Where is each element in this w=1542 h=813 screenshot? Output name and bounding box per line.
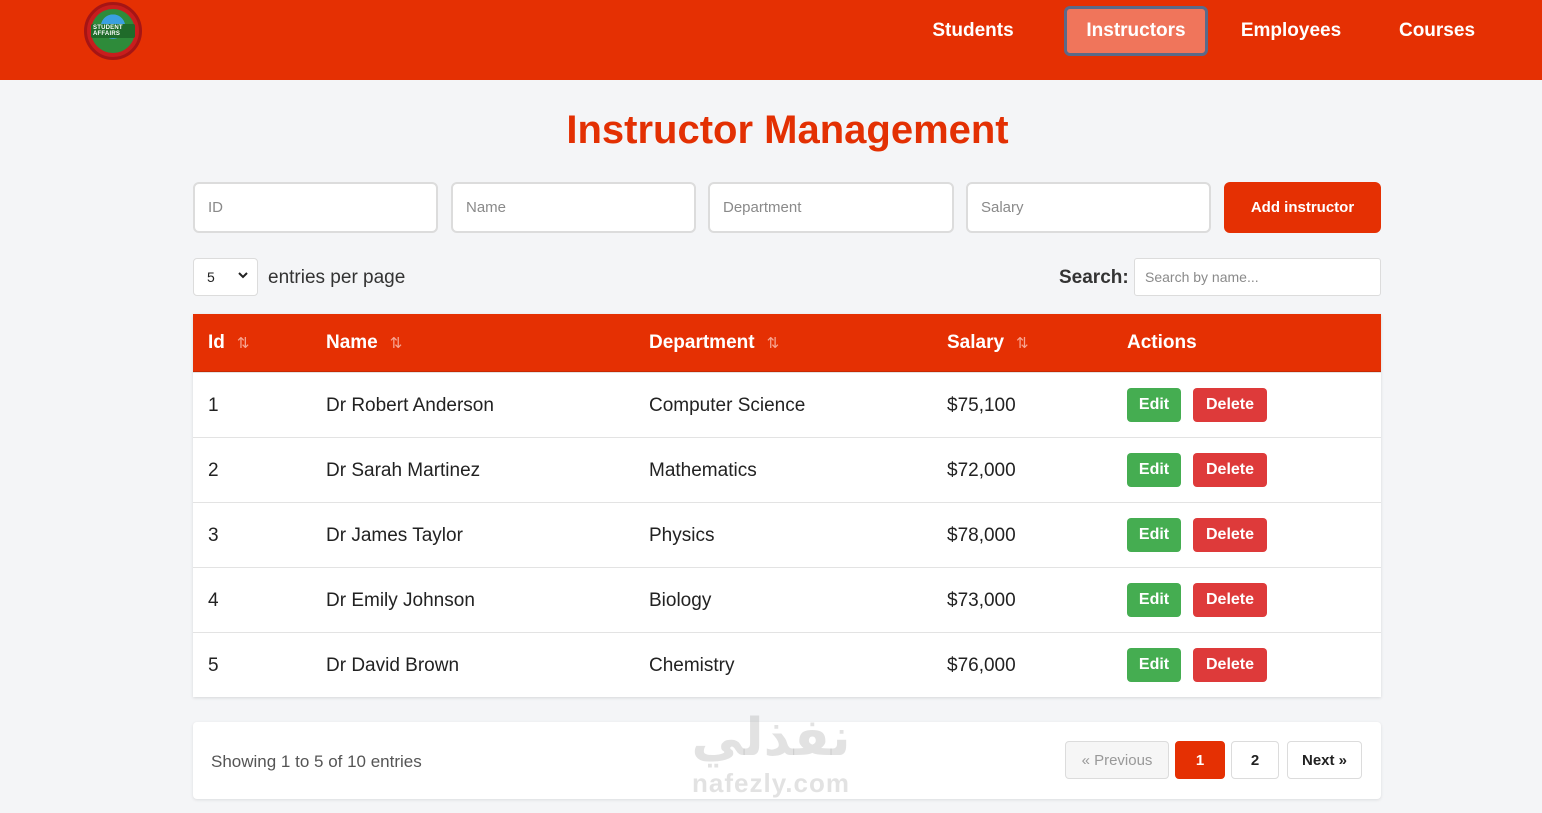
sort-icon: ⇅ (389, 335, 403, 352)
table-row: 1 Dr Robert Anderson Computer Science $7… (193, 372, 1381, 437)
delete-button[interactable]: Delete (1193, 453, 1267, 487)
column-header-label: Name (326, 332, 378, 353)
sort-icon: ⇅ (766, 335, 780, 352)
column-header-id[interactable]: Id ⇅ (208, 314, 249, 372)
cell-department: Biology (649, 589, 712, 611)
cell-salary: $72,000 (947, 459, 1016, 481)
cell-id: 5 (208, 654, 219, 676)
table-row: 5 Dr David Brown Chemistry $76,000 Edit … (193, 632, 1381, 697)
column-header-department[interactable]: Department ⇅ (649, 314, 779, 372)
next-page-button[interactable]: Next » (1287, 741, 1362, 779)
entries-per-page-select[interactable]: 5 (193, 258, 258, 296)
logo-emblem: STUDENT AFFAIRS (91, 9, 135, 53)
column-header-label: Id (208, 332, 225, 353)
cell-salary: $75,100 (947, 394, 1016, 416)
delete-button[interactable]: Delete (1193, 388, 1267, 422)
cell-department: Chemistry (649, 654, 735, 676)
top-navbar: STUDENT AFFAIRS Students Instructors Emp… (0, 0, 1542, 80)
cell-id: 4 (208, 589, 219, 611)
edit-button[interactable]: Edit (1127, 388, 1181, 422)
salary-input[interactable] (966, 182, 1211, 233)
table-row: 4 Dr Emily Johnson Biology $73,000 Edit … (193, 567, 1381, 632)
id-input[interactable] (193, 182, 438, 233)
nav-link-instructors[interactable]: Instructors (1064, 6, 1208, 56)
add-instructor-button[interactable]: Add instructor (1224, 182, 1381, 233)
nav-link-students[interactable]: Students (914, 6, 1032, 56)
edit-button[interactable]: Edit (1127, 583, 1181, 617)
edit-button[interactable]: Edit (1127, 453, 1181, 487)
column-header-label: Department (649, 332, 755, 353)
column-header-actions: Actions (1127, 314, 1197, 372)
cell-name: Dr David Brown (326, 654, 460, 676)
cell-id: 1 (208, 394, 219, 416)
name-input[interactable] (451, 182, 696, 233)
cell-name: Dr Sarah Martinez (326, 459, 481, 481)
sort-icon: ⇅ (1016, 335, 1029, 352)
table-footer: Showing 1 to 5 of 10 entries « Previous … (193, 722, 1381, 799)
column-header-label: Actions (1127, 332, 1197, 353)
cell-department: Mathematics (649, 459, 757, 481)
sort-icon: ⇅ (236, 335, 250, 352)
cell-salary: $76,000 (947, 654, 1016, 676)
nav-link-employees[interactable]: Employees (1224, 6, 1358, 56)
delete-button[interactable]: Delete (1193, 583, 1267, 617)
cell-name: Dr Emily Johnson (326, 589, 475, 611)
cell-id: 2 (208, 459, 219, 481)
column-header-label: Salary (947, 332, 1005, 353)
delete-button[interactable]: Delete (1193, 518, 1267, 552)
previous-page-button[interactable]: « Previous (1065, 741, 1169, 779)
column-header-name[interactable]: Name ⇅ (326, 314, 402, 372)
cell-salary: $73,000 (947, 589, 1016, 611)
page-title: Instructor Management (566, 108, 1009, 152)
entries-label: entries per page (268, 267, 406, 288)
edit-button[interactable]: Edit (1127, 648, 1181, 682)
column-header-salary[interactable]: Salary ⇅ (947, 314, 1029, 372)
entries-value: 5 (207, 269, 215, 285)
page-1-button[interactable]: 1 (1175, 741, 1225, 779)
table-row: 2 Dr Sarah Martinez Mathematics $72,000 … (193, 437, 1381, 502)
search-input[interactable] (1134, 258, 1381, 296)
logo[interactable]: STUDENT AFFAIRS (84, 2, 142, 60)
department-input[interactable] (708, 182, 954, 233)
logo-text: STUDENT AFFAIRS (91, 24, 135, 38)
delete-button[interactable]: Delete (1193, 648, 1267, 682)
edit-button[interactable]: Edit (1127, 518, 1181, 552)
cell-name: Dr Robert Anderson (326, 394, 494, 416)
chevron-down-icon (237, 269, 249, 284)
table-row: 3 Dr James Taylor Physics $78,000 Edit D… (193, 502, 1381, 567)
table-header: Id ⇅ Name ⇅ Department ⇅ Salary ⇅ Action… (193, 314, 1381, 372)
search-label: Search: (1059, 267, 1129, 288)
cell-salary: $78,000 (947, 524, 1016, 546)
cell-name: Dr James Taylor (326, 524, 463, 546)
cell-id: 3 (208, 524, 219, 546)
instructors-table: Id ⇅ Name ⇅ Department ⇅ Salary ⇅ Action… (193, 314, 1381, 697)
nav-link-courses[interactable]: Courses (1382, 6, 1492, 56)
page-2-button[interactable]: 2 (1231, 741, 1279, 779)
showing-entries-text: Showing 1 to 5 of 10 entries (211, 752, 422, 771)
cell-department: Physics (649, 524, 715, 546)
cell-department: Computer Science (649, 394, 806, 416)
